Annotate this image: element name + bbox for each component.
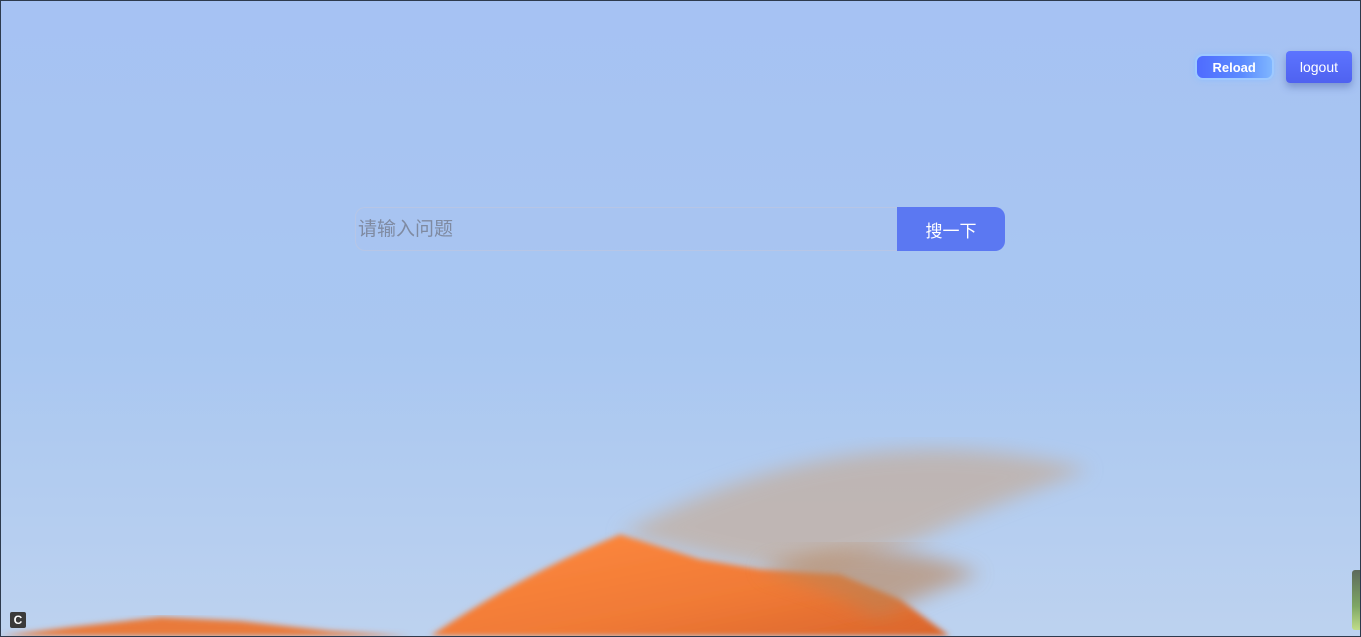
c-badge-icon[interactable]: C [10, 612, 26, 628]
search-button[interactable]: 搜一下 [897, 207, 1005, 251]
header-actions: Reload logout [1194, 51, 1352, 83]
search-input[interactable] [355, 207, 897, 251]
background-landscape [1, 1, 1360, 636]
search-bar: 搜一下 [355, 207, 1005, 251]
reload-button[interactable]: Reload [1194, 54, 1274, 80]
level-meter-icon [1352, 570, 1360, 630]
dune-illustration [1, 1, 1360, 636]
logout-button[interactable]: logout [1285, 51, 1352, 83]
